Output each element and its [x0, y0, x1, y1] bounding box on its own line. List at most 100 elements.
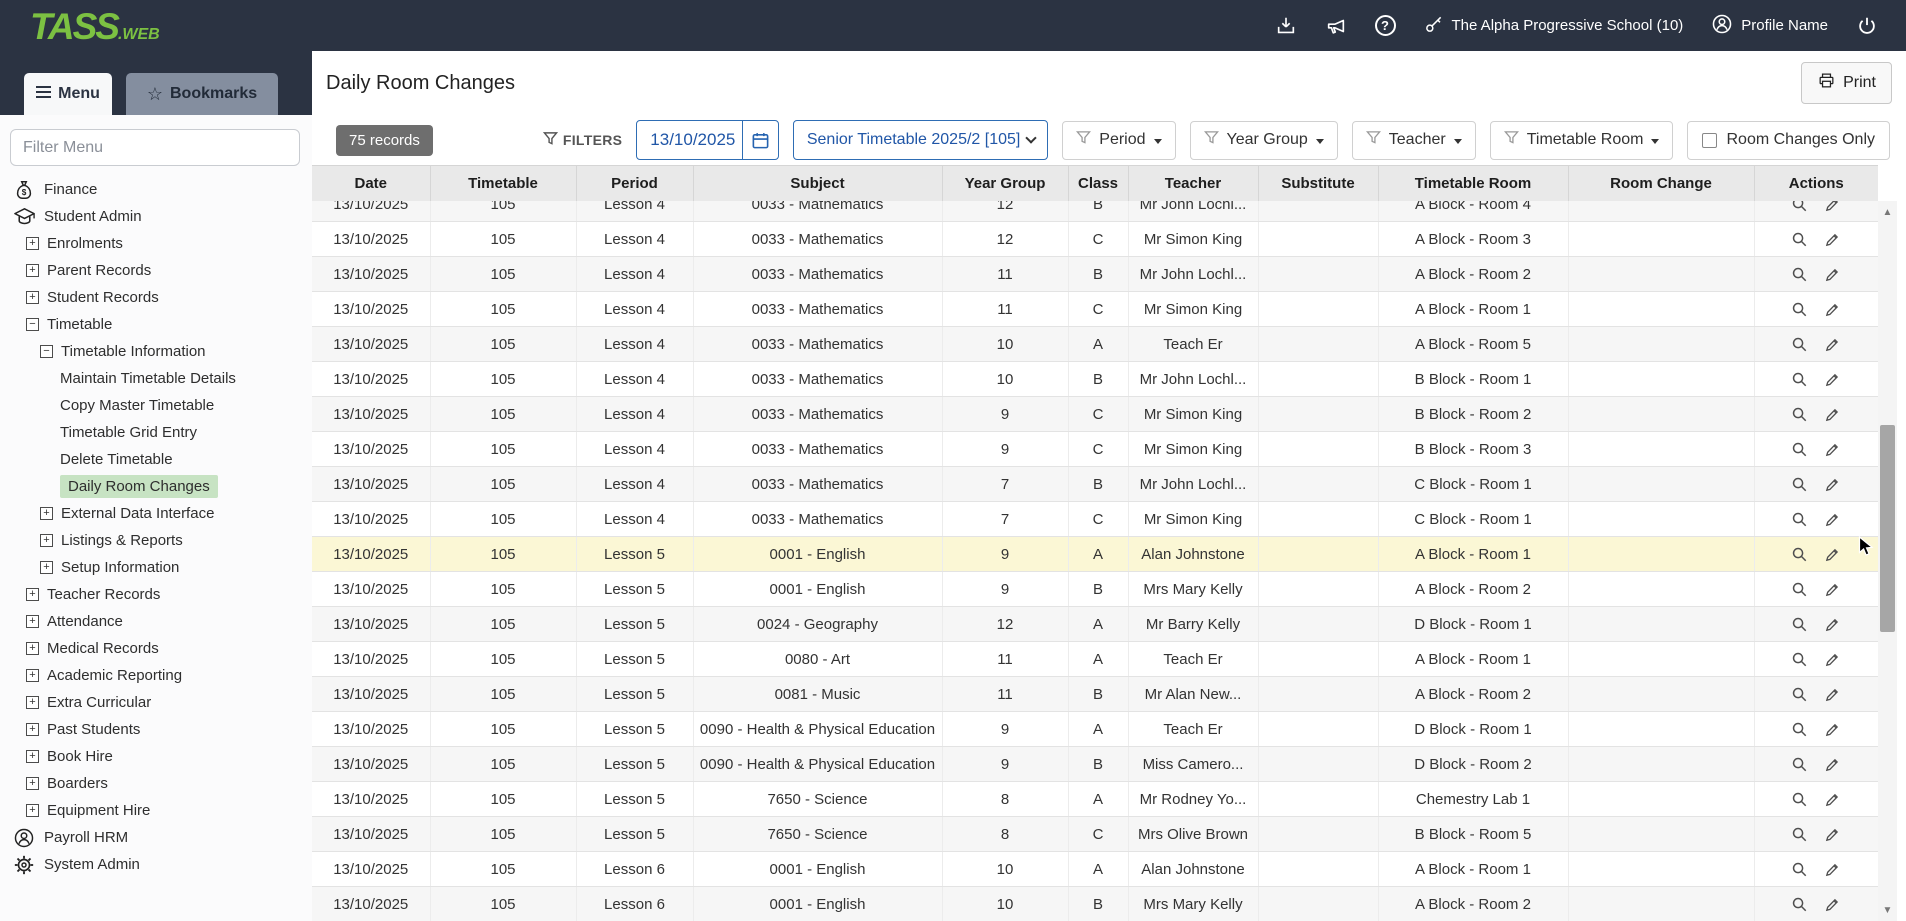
sidebar-item-attendance[interactable]: +Attendance [0, 608, 312, 635]
edit-pencil-icon[interactable] [1824, 861, 1841, 878]
edit-pencil-icon[interactable] [1824, 616, 1841, 633]
date-filter-value[interactable]: 13/10/2025 [637, 121, 741, 159]
sidebar-item-finance[interactable]: $Finance [0, 176, 312, 203]
edit-pencil-icon[interactable] [1824, 651, 1841, 668]
edit-pencil-icon[interactable] [1824, 686, 1841, 703]
filter-timetable-room-dropdown[interactable]: Timetable Room [1490, 121, 1674, 160]
expand-plus-icon[interactable]: + [26, 291, 39, 304]
bookmarks-button[interactable]: ☆ Bookmarks [126, 73, 278, 115]
scrollbar-thumb[interactable] [1880, 425, 1895, 632]
expand-plus-icon[interactable]: + [26, 615, 39, 628]
expand-plus-icon[interactable]: + [40, 561, 53, 574]
view-magnifier-icon[interactable] [1791, 791, 1808, 808]
edit-pencil-icon[interactable] [1824, 511, 1841, 528]
view-magnifier-icon[interactable] [1791, 406, 1808, 423]
edit-pencil-icon[interactable] [1824, 441, 1841, 458]
school-switcher[interactable]: The Alpha Progressive School (10) [1424, 14, 1684, 38]
expand-plus-icon[interactable]: + [26, 669, 39, 682]
sidebar-item-enrolments[interactable]: +Enrolments [0, 230, 312, 257]
column-header-subject[interactable]: Subject [693, 166, 942, 202]
edit-pencil-icon[interactable] [1824, 826, 1841, 843]
sidebar-item-delete-timetable[interactable]: Delete Timetable [0, 446, 312, 473]
view-magnifier-icon[interactable] [1791, 231, 1808, 248]
sidebar-item-system-admin[interactable]: System Admin [0, 851, 312, 878]
expand-plus-icon[interactable]: + [40, 507, 53, 520]
edit-pencil-icon[interactable] [1824, 546, 1841, 563]
edit-pencil-icon[interactable] [1824, 301, 1841, 318]
view-magnifier-icon[interactable] [1791, 301, 1808, 318]
column-header-room-change[interactable]: Room Change [1568, 166, 1754, 202]
calendar-icon[interactable] [742, 121, 778, 159]
checkbox-icon[interactable] [1702, 133, 1717, 148]
view-magnifier-icon[interactable] [1791, 266, 1808, 283]
column-header-timetable-room[interactable]: Timetable Room [1378, 166, 1568, 202]
sidebar-item-timetable-grid-entry[interactable]: Timetable Grid Entry [0, 419, 312, 446]
edit-pencil-icon[interactable] [1824, 406, 1841, 423]
view-magnifier-icon[interactable] [1791, 476, 1808, 493]
expand-plus-icon[interactable]: + [40, 534, 53, 547]
sidebar-item-medical-records[interactable]: +Medical Records [0, 635, 312, 662]
view-magnifier-icon[interactable] [1791, 546, 1808, 563]
help-icon[interactable] [1375, 15, 1396, 36]
view-magnifier-icon[interactable] [1791, 616, 1808, 633]
sidebar-item-parent-records[interactable]: +Parent Records [0, 257, 312, 284]
sidebar-item-external-data-interface[interactable]: +External Data Interface [0, 500, 312, 527]
filter-teacher-dropdown[interactable]: Teacher [1352, 121, 1476, 160]
sidebar-item-student-records[interactable]: +Student Records [0, 284, 312, 311]
vertical-scrollbar[interactable]: ▲ ▼ [1878, 201, 1897, 921]
column-header-timetable[interactable]: Timetable [430, 166, 576, 202]
sidebar-item-timetable[interactable]: −Timetable [0, 311, 312, 338]
scroll-down-arrow[interactable]: ▼ [1878, 901, 1897, 919]
column-header-year-group[interactable]: Year Group [942, 166, 1068, 202]
menu-button[interactable]: Menu [24, 73, 112, 115]
expand-plus-icon[interactable]: + [26, 777, 39, 790]
sidebar-item-past-students[interactable]: +Past Students [0, 716, 312, 743]
collapse-minus-icon[interactable]: − [40, 345, 53, 358]
expand-plus-icon[interactable]: + [26, 237, 39, 250]
sidebar-item-listings-reports[interactable]: +Listings & Reports [0, 527, 312, 554]
view-magnifier-icon[interactable] [1791, 686, 1808, 703]
download-icon[interactable] [1275, 15, 1297, 37]
view-magnifier-icon[interactable] [1791, 896, 1808, 913]
edit-pencil-icon[interactable] [1824, 476, 1841, 493]
column-header-actions[interactable]: Actions [1754, 166, 1878, 202]
sidebar-item-setup-information[interactable]: +Setup Information [0, 554, 312, 581]
filter-menu-input[interactable] [10, 129, 300, 166]
edit-pencil-icon[interactable] [1824, 231, 1841, 248]
sidebar-item-payroll-hrm[interactable]: Payroll HRM [0, 824, 312, 851]
view-magnifier-icon[interactable] [1791, 721, 1808, 738]
view-magnifier-icon[interactable] [1791, 201, 1808, 213]
expand-plus-icon[interactable]: + [26, 750, 39, 763]
column-header-date[interactable]: Date [312, 166, 430, 202]
filter-period-dropdown[interactable]: Period [1062, 121, 1175, 160]
edit-pencil-icon[interactable] [1824, 581, 1841, 598]
sidebar-item-academic-reporting[interactable]: +Academic Reporting [0, 662, 312, 689]
column-header-class[interactable]: Class [1068, 166, 1128, 202]
view-magnifier-icon[interactable] [1791, 581, 1808, 598]
expand-plus-icon[interactable]: + [26, 696, 39, 709]
sidebar-item-equipment-hire[interactable]: +Equipment Hire [0, 797, 312, 824]
sidebar-item-student-admin[interactable]: Student Admin [0, 203, 312, 230]
edit-pencil-icon[interactable] [1824, 896, 1841, 913]
view-magnifier-icon[interactable] [1791, 511, 1808, 528]
sidebar-item-extra-curricular[interactable]: +Extra Curricular [0, 689, 312, 716]
sidebar-item-book-hire[interactable]: +Book Hire [0, 743, 312, 770]
expand-plus-icon[interactable]: + [26, 723, 39, 736]
expand-plus-icon[interactable]: + [26, 804, 39, 817]
view-magnifier-icon[interactable] [1791, 861, 1808, 878]
edit-pencil-icon[interactable] [1824, 201, 1841, 213]
expand-plus-icon[interactable]: + [26, 642, 39, 655]
edit-pencil-icon[interactable] [1824, 756, 1841, 773]
sidebar-item-maintain-timetable-details[interactable]: Maintain Timetable Details [0, 365, 312, 392]
edit-pencil-icon[interactable] [1824, 721, 1841, 738]
view-magnifier-icon[interactable] [1791, 371, 1808, 388]
view-magnifier-icon[interactable] [1791, 826, 1808, 843]
sidebar-item-boarders[interactable]: +Boarders [0, 770, 312, 797]
view-magnifier-icon[interactable] [1791, 441, 1808, 458]
column-header-teacher[interactable]: Teacher [1128, 166, 1258, 202]
edit-pencil-icon[interactable] [1824, 371, 1841, 388]
column-header-period[interactable]: Period [576, 166, 693, 202]
view-magnifier-icon[interactable] [1791, 756, 1808, 773]
room-changes-only-toggle[interactable]: Room Changes Only [1687, 121, 1890, 160]
edit-pencil-icon[interactable] [1824, 791, 1841, 808]
